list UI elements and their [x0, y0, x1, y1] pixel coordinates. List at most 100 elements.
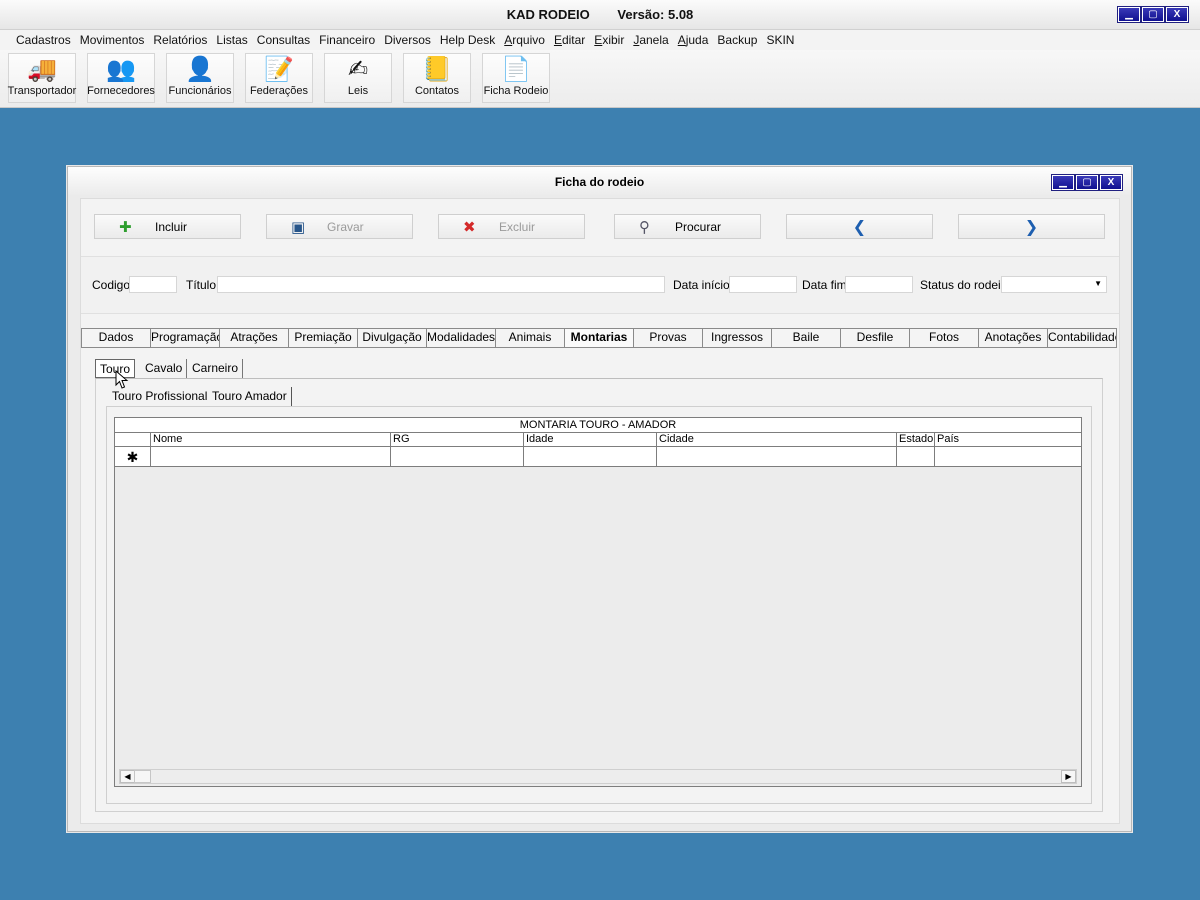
child-maximize-button[interactable]: ▢: [1075, 174, 1099, 191]
cell-rg[interactable]: [390, 447, 523, 466]
child-window-title: Ficha do rodeio: [554, 175, 645, 189]
toolbar-fornecedores-label: Fornecedores: [87, 85, 155, 97]
truck-icon: 🚚: [27, 56, 57, 83]
scroll-left-icon[interactable]: ◀: [120, 770, 135, 783]
cell-cidade[interactable]: [656, 447, 896, 466]
tab-baile[interactable]: Baile: [771, 328, 841, 347]
table-row[interactable]: ✱: [115, 447, 1081, 467]
close-button[interactable]: X: [1165, 6, 1189, 23]
subtab-carneiro[interactable]: Carneiro: [188, 359, 244, 378]
column-rg[interactable]: RG: [390, 433, 523, 446]
toolbar-contatos-button[interactable]: 📒 Contatos: [403, 53, 471, 103]
codigo-label: Codigo: [92, 278, 131, 292]
menu-ajuda[interactable]: Ajuda: [678, 33, 709, 47]
toolbar-federacoes-button[interactable]: 📝 Federações: [245, 53, 313, 103]
tab-animais[interactable]: Animais: [495, 328, 565, 347]
status-label: Status do rodeio: [920, 278, 1008, 292]
menu-skin[interactable]: SKIN: [766, 33, 794, 47]
tab-ingressos[interactable]: Ingressos: [702, 328, 772, 347]
tab-atracoes[interactable]: Atrações: [219, 328, 289, 347]
menu-consultas[interactable]: Consultas: [257, 33, 310, 47]
menu-bar: Cadastros Movimentos Relatórios Listas C…: [0, 30, 1200, 50]
gravar-button[interactable]: ▣ Gravar: [266, 214, 413, 239]
subtab-cavalo[interactable]: Cavalo: [141, 359, 188, 378]
menu-backup[interactable]: Backup: [717, 33, 757, 47]
menu-cadastros[interactable]: Cadastros: [16, 33, 71, 47]
minimize-button[interactable]: ▁: [1117, 6, 1141, 23]
toolbar-transportador-button[interactable]: 🚚 Transportador: [8, 53, 76, 103]
tab-divider: [81, 347, 1117, 348]
subtab-touro-amador[interactable]: Touro Amador: [208, 387, 292, 407]
column-estado[interactable]: Estado: [896, 433, 934, 446]
codigo-input[interactable]: [129, 276, 177, 293]
action-bar: ✚ Incluir ▣ Gravar ✖ Excluir ⚲ Procurar …: [94, 214, 1106, 240]
tab-contabilidade[interactable]: Contabilidade: [1047, 328, 1117, 347]
titulo-input[interactable]: [217, 276, 665, 293]
data-inicio-input[interactable]: [729, 276, 797, 293]
contacts-book-icon: 📒: [422, 56, 452, 83]
toolbar-ficha-rodeio-button[interactable]: 📄 Ficha Rodeio: [482, 53, 550, 103]
magnifier-icon: ⚲: [639, 218, 650, 236]
cell-idade[interactable]: [523, 447, 656, 466]
tab-provas[interactable]: Provas: [633, 328, 703, 347]
data-fim-input[interactable]: [845, 276, 913, 293]
toolbar-transportador-label: Transportador: [7, 85, 77, 97]
column-nome[interactable]: Nome: [150, 433, 390, 446]
tab-premiacao[interactable]: Premiação: [288, 328, 358, 347]
scroll-thumb[interactable]: [134, 770, 151, 783]
tab-montarias[interactable]: Montarias: [564, 328, 634, 347]
menu-help-desk[interactable]: Help Desk: [440, 33, 495, 47]
child-close-button[interactable]: X: [1099, 174, 1123, 191]
menu-listas[interactable]: Listas: [216, 33, 247, 47]
horizontal-scrollbar[interactable]: ◀ ▶: [119, 769, 1077, 784]
data-inicio-label: Data início: [673, 278, 730, 292]
toolbar-leis-button[interactable]: ✍ Leis: [324, 53, 392, 103]
incluir-button[interactable]: ✚ Incluir: [94, 214, 241, 239]
subtab-touro-profissional[interactable]: Touro Profissional: [108, 387, 211, 407]
column-idade[interactable]: Idade: [523, 433, 656, 446]
next-record-button[interactable]: ❯: [958, 214, 1105, 239]
menu-arquivo[interactable]: Arquivo: [504, 33, 545, 47]
tab-divulgacao[interactable]: Divulgação: [357, 328, 427, 347]
ficha-rodeio-window: Ficha do rodeio ▁ ▢ X ✚ Incluir ▣ Gravar…: [67, 166, 1132, 832]
scroll-right-icon[interactable]: ▶: [1061, 770, 1076, 783]
mouse-cursor-icon: [115, 370, 129, 389]
column-cidade[interactable]: Cidade: [656, 433, 896, 446]
cell-pais[interactable]: [934, 447, 1082, 466]
menu-movimentos[interactable]: Movimentos: [80, 33, 145, 47]
tab-fotos[interactable]: Fotos: [909, 328, 979, 347]
tab-desfile[interactable]: Desfile: [840, 328, 910, 347]
toolbar-contatos-label: Contatos: [414, 85, 460, 97]
column-pais[interactable]: País: [934, 433, 1082, 446]
child-minimize-button[interactable]: ▁: [1051, 174, 1075, 191]
rodeo-form-icon: 📄: [501, 56, 531, 83]
chevron-right-icon: ❯: [1024, 218, 1039, 236]
excluir-label: Excluir: [499, 219, 536, 234]
menu-relatorios[interactable]: Relatórios: [153, 33, 207, 47]
status-select[interactable]: [1001, 276, 1107, 293]
app-name: KAD RODEIO: [506, 7, 590, 22]
menu-exibir[interactable]: Exibir: [594, 33, 624, 47]
maximize-button[interactable]: ▢: [1141, 6, 1165, 23]
toolbar-fornecedores-button[interactable]: 👥 Fornecedores: [87, 53, 155, 103]
grid-caption: MONTARIA TOURO - AMADOR: [115, 418, 1081, 433]
child-titlebar: Ficha do rodeio ▁ ▢ X: [68, 167, 1131, 195]
app-titlebar: KAD RODEIO Versão: 5.08 ▁ ▢ X: [0, 0, 1200, 30]
menu-financeiro[interactable]: Financeiro: [319, 33, 375, 47]
menu-diversos[interactable]: Diversos: [384, 33, 431, 47]
toolbar-funcionarios-button[interactable]: 👤 Funcionários: [166, 53, 234, 103]
tab-dados[interactable]: Dados: [81, 328, 151, 347]
employee-icon: 👤: [185, 56, 215, 83]
menu-janela[interactable]: Janela: [633, 33, 668, 47]
cell-estado[interactable]: [896, 447, 934, 466]
tab-anotacoes[interactable]: Anotações: [978, 328, 1048, 347]
previous-record-button[interactable]: ❮: [786, 214, 933, 239]
montaria-grid[interactable]: MONTARIA TOURO - AMADOR Nome RG Idade Ci…: [114, 417, 1082, 787]
cell-nome[interactable]: [150, 447, 390, 466]
excluir-button[interactable]: ✖ Excluir: [438, 214, 585, 239]
menu-editar[interactable]: Editar: [554, 33, 585, 47]
tab-programacao[interactable]: Programação: [150, 328, 220, 347]
tab-modalidades[interactable]: Modalidades: [426, 328, 496, 347]
main-toolbar: 🚚 Transportador 👥 Fornecedores 👤 Funcion…: [0, 50, 1200, 108]
procurar-button[interactable]: ⚲ Procurar: [614, 214, 761, 239]
